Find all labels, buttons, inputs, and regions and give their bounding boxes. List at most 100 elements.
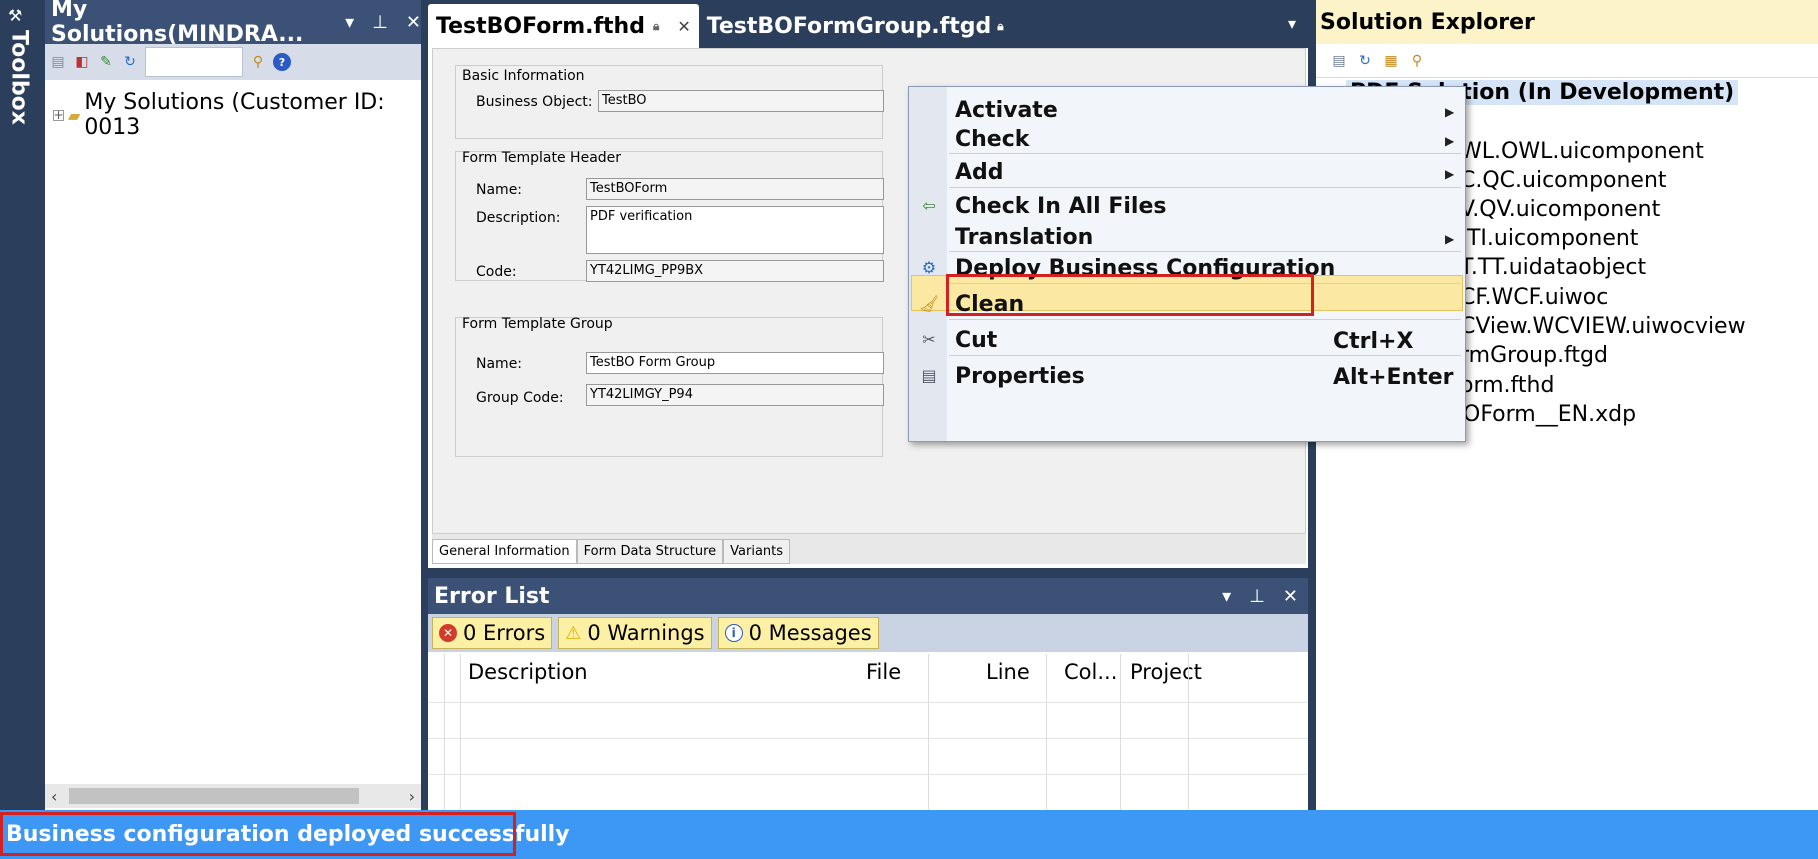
my-solutions-panel: My Solutions(MINDRA... ▾ ⊥ ✕ ▤ ◧ ✎ ↻ ⚲ ?… <box>45 0 421 810</box>
menu-item-translation[interactable]: Translation <box>955 225 1093 250</box>
my-solutions-title: My Solutions(MINDRA... <box>51 0 304 47</box>
tab-label: TestBOFormGroup.ftgd <box>706 13 992 39</box>
group-title: Form Template Group <box>462 316 613 332</box>
tree-item[interactable]: rmGroup.ftgd <box>1460 343 1608 368</box>
tree-item[interactable]: CView.WCVIEW.uiwocview <box>1460 314 1746 339</box>
row-divider <box>428 702 1308 703</box>
help-icon[interactable]: ? <box>273 53 291 71</box>
tree-item[interactable]: CF.WCF.uiwoc <box>1460 285 1608 310</box>
basic-info-group: Basic Information Business Object: TestB… <box>455 65 884 139</box>
tab-testboformgroup[interactable]: TestBOFormGroup.ftgd 🔒︎ <box>699 4 1012 48</box>
tree-item[interactable]: .TI.uicomponent <box>1460 226 1638 251</box>
tab-general-information[interactable]: General Information <box>432 539 577 564</box>
error-list-panel: Error List ▾ ⊥ ✕ ✕ 0 Errors ⚠ 0 Warnings… <box>428 578 1308 814</box>
status-highlight-box <box>0 812 516 856</box>
column-line[interactable]: Line <box>986 660 1030 684</box>
errors-filter-button[interactable]: ✕ 0 Errors <box>432 617 553 649</box>
menu-separator <box>949 153 1461 154</box>
messages-count: 0 Messages <box>748 621 872 645</box>
refresh-icon[interactable]: ↻ <box>121 53 139 71</box>
submenu-arrow-icon: ▶ <box>1445 167 1455 181</box>
open-solution-icon[interactable]: ▤ <box>49 53 67 71</box>
group-title: Form Template Header <box>462 150 622 166</box>
dropdown-icon[interactable]: ▾ <box>1222 586 1231 607</box>
column-project[interactable]: Project <box>1130 660 1202 684</box>
messages-filter-button[interactable]: i 0 Messages <box>717 617 879 649</box>
group-name-label: Name: <box>476 356 523 372</box>
column-description[interactable]: Description <box>468 660 588 684</box>
pin-icon[interactable]: ⊥ <box>372 12 388 33</box>
group-code-field[interactable]: YT42LIMGY_P94 <box>586 384 884 406</box>
submenu-arrow-icon: ▶ <box>1445 134 1455 148</box>
lock-icon: 🔒︎ <box>997 18 1004 33</box>
close-icon[interactable]: ✕ <box>1283 586 1298 607</box>
tree-item[interactable]: C.QC.uicomponent <box>1460 168 1667 193</box>
template-name-field[interactable]: TestBOForm <box>586 178 884 200</box>
tree-item-root[interactable]: + ▰ My Solutions (Customer ID: 0013 <box>53 90 421 140</box>
scroll-right-icon[interactable]: › <box>409 787 415 806</box>
horizontal-scrollbar[interactable]: ‹ › <box>45 784 421 808</box>
search-icon[interactable]: ⚲ <box>1408 52 1426 70</box>
properties-icon[interactable]: ▦ <box>1382 52 1400 70</box>
warnings-filter-button[interactable]: ⚠ 0 Warnings <box>558 617 712 649</box>
toolbox-icon: ⚒ <box>8 6 23 25</box>
tab-variants[interactable]: Variants <box>723 539 791 564</box>
scroll-left-icon[interactable]: ‹ <box>51 787 57 806</box>
solution-explorer-toolbar: ▤ ↻ ▦ ⚲ <box>1316 44 1818 78</box>
business-object-field[interactable]: TestBO <box>598 90 884 112</box>
tab-overflow-icon[interactable]: ▾ <box>1288 14 1296 33</box>
delete-solution-icon[interactable]: ◧ <box>73 53 91 71</box>
row-divider <box>428 774 1308 775</box>
tab-testboform[interactable]: TestBOForm.fthd 🔒︎ ✕ <box>428 4 699 48</box>
close-icon[interactable]: ✕ <box>406 12 421 33</box>
toolbox-strip[interactable]: ⚒ Toolbox <box>0 0 40 810</box>
menu-item-check[interactable]: Check <box>955 127 1029 152</box>
warning-icon: ⚠ <box>565 622 582 644</box>
collapse-icon[interactable]: ▤ <box>1330 52 1348 70</box>
editor-tabs: TestBOForm.fthd 🔒︎ ✕ TestBOFormGroup.ftg… <box>428 0 1308 48</box>
error-list-title: Error List <box>434 583 550 609</box>
menu-item-properties[interactable]: Properties <box>955 364 1085 389</box>
tree-item[interactable]: WL.OWL.uicomponent <box>1460 139 1704 164</box>
column-divider <box>1120 654 1121 814</box>
group-title: Basic Information <box>462 68 585 84</box>
template-header-group: Form Template Header Name: TestBOForm De… <box>455 150 884 282</box>
description-field[interactable]: PDF verification <box>586 206 884 254</box>
tree-item[interactable]: orm.fthd <box>1460 373 1554 398</box>
column-file[interactable]: File <box>866 660 901 684</box>
warnings-count: 0 Warnings <box>587 621 705 645</box>
toolbox-label[interactable]: Toolbox <box>2 30 36 130</box>
menu-separator <box>949 319 1461 320</box>
properties-shortcut: Alt+Enter <box>1333 365 1454 390</box>
search-input[interactable] <box>145 47 243 77</box>
dropdown-icon[interactable]: ▾ <box>345 12 354 33</box>
column-divider <box>1188 654 1189 814</box>
close-tab-icon[interactable]: ✕ <box>677 17 690 36</box>
tab-form-data-structure[interactable]: Form Data Structure <box>576 539 724 564</box>
column-divider <box>460 654 461 814</box>
folder-icon: ▰ <box>68 105 81 125</box>
column-col[interactable]: Col... <box>1064 660 1117 684</box>
menu-item-check-in-all-files[interactable]: Check In All Files <box>955 194 1166 219</box>
errors-count: 0 Errors <box>463 621 546 645</box>
scrollbar-thumb[interactable] <box>69 788 359 804</box>
group-name-field[interactable]: TestBO Form Group <box>586 352 884 374</box>
expand-icon[interactable]: + <box>53 108 64 122</box>
solutions-tree: + ▰ My Solutions (Customer ID: 0013 <box>45 84 421 774</box>
cut-shortcut: Ctrl+X <box>1333 329 1414 354</box>
tree-item[interactable]: V.QV.uicomponent <box>1460 197 1660 222</box>
search-icon[interactable]: ⚲ <box>249 53 267 71</box>
menu-item-activate[interactable]: Activate <box>955 98 1058 123</box>
tree-root-label: My Solutions (Customer ID: 0013 <box>84 90 385 140</box>
pin-icon[interactable]: ⊥ <box>1249 586 1265 607</box>
edit-solution-icon[interactable]: ✎ <box>97 53 115 71</box>
properties-icon: ▤ <box>921 365 937 385</box>
code-field[interactable]: YT42LIMG_PP9BX <box>586 260 884 282</box>
refresh-icon[interactable]: ↻ <box>1356 52 1374 70</box>
my-solutions-header: My Solutions(MINDRA... ▾ ⊥ ✕ <box>45 0 421 47</box>
submenu-arrow-icon: ▶ <box>1445 232 1455 246</box>
menu-item-cut[interactable]: Cut <box>955 328 997 353</box>
column-divider <box>928 654 929 814</box>
tree-item[interactable]: T.TT.uidataobject <box>1460 255 1646 280</box>
menu-item-add[interactable]: Add <box>955 160 1004 185</box>
